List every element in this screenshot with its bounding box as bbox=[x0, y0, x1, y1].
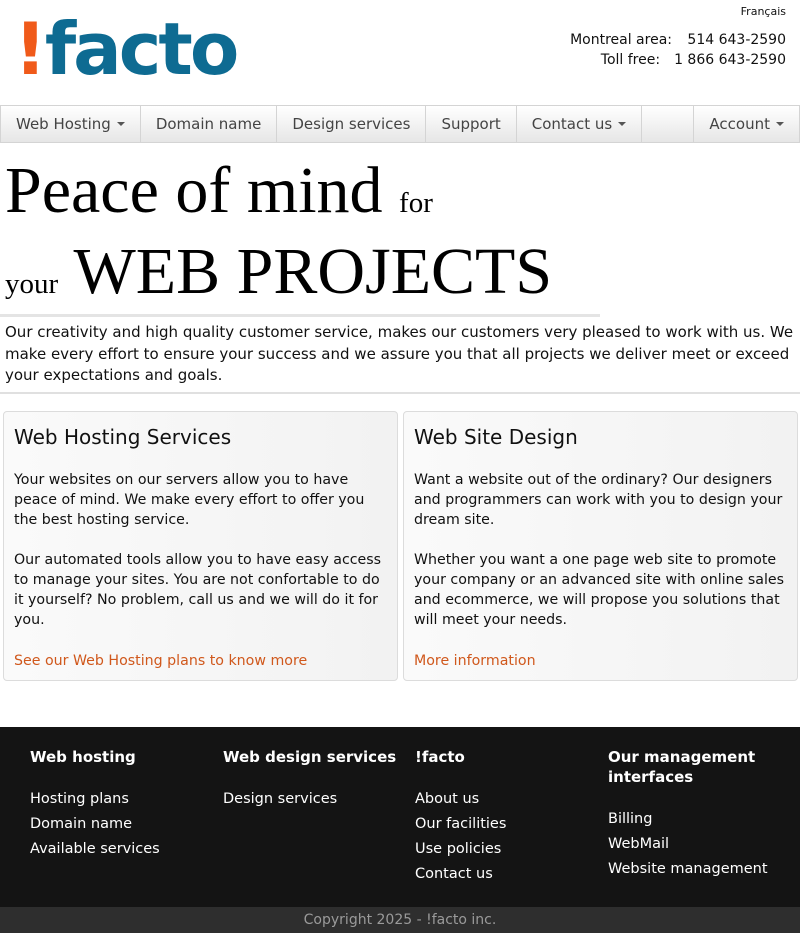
footer-link[interactable]: Hosting plans bbox=[30, 787, 210, 812]
footer-link[interactable]: Our facilities bbox=[415, 812, 595, 837]
phone-number: 1 866 643-2590 bbox=[674, 52, 786, 68]
panel-title: Web Hosting Services bbox=[14, 425, 232, 449]
copyright-bar: Copyright 2025 - !facto inc. bbox=[0, 907, 800, 933]
caret-down-icon bbox=[618, 122, 627, 126]
phone-label: Toll free: bbox=[600, 52, 661, 68]
more-information-link[interactable]: More information bbox=[414, 653, 536, 669]
nav-label: Web Hosting bbox=[16, 115, 111, 133]
footer-link[interactable]: Use policies bbox=[415, 837, 595, 862]
hosting-panel: Web Hosting Services Your websites on ou… bbox=[3, 411, 398, 681]
language-link[interactable]: Français bbox=[741, 5, 786, 18]
page-edge bbox=[800, 0, 806, 933]
phone-label: Montreal area: bbox=[570, 32, 672, 48]
footer-heading: Web design services bbox=[223, 748, 397, 766]
divider bbox=[0, 392, 800, 394]
nav-contact-us[interactable]: Contact us bbox=[517, 106, 643, 142]
footer-link[interactable]: Billing bbox=[608, 807, 778, 832]
divider bbox=[0, 314, 600, 317]
main-navbar: Web Hosting Domain name Design services … bbox=[0, 105, 800, 143]
nav-spacer bbox=[642, 106, 695, 142]
nav-label: Account bbox=[709, 115, 770, 133]
footer-column: Web design services Design services bbox=[223, 747, 403, 812]
footer-link[interactable]: Domain name bbox=[30, 812, 210, 837]
nav-label: Domain name bbox=[155, 115, 262, 133]
panel-title: Web Site Design bbox=[414, 425, 578, 449]
nav-label: Contact us bbox=[531, 115, 613, 133]
footer-heading: Our management interfaces bbox=[608, 748, 756, 786]
hero-big-text: Peace of mind bbox=[5, 154, 383, 227]
caret-down-icon bbox=[776, 122, 784, 126]
caret-down-icon bbox=[116, 122, 125, 126]
hosting-plans-link[interactable]: See our Web Hosting plans to know more bbox=[14, 653, 307, 669]
footer-link[interactable]: Website management bbox=[608, 857, 778, 882]
hero-big-text: WEB PROJECTS bbox=[73, 235, 553, 308]
panel-paragraph: Our automated tools allow you to have ea… bbox=[14, 552, 382, 628]
hero-headline: Peace of mind for your WEB PROJECTS bbox=[5, 155, 552, 317]
panel-paragraph: Want a website out of the ordinary? Our … bbox=[414, 472, 783, 528]
nav-label: Support bbox=[441, 115, 501, 133]
footer-link[interactable]: Design services bbox=[223, 787, 403, 812]
footer-link[interactable]: Contact us bbox=[415, 862, 595, 887]
footer-column: Web hosting Hosting plans Domain name Av… bbox=[30, 747, 210, 862]
nav-web-hosting[interactable]: Web Hosting bbox=[1, 106, 141, 142]
site-logo[interactable]: ! facto bbox=[14, 7, 239, 91]
footer-column: !facto About us Our facilities Use polic… bbox=[415, 747, 595, 887]
footer-heading: !facto bbox=[415, 748, 465, 766]
logo-bang: ! bbox=[14, 7, 47, 91]
nav-label: Design services bbox=[292, 115, 411, 133]
panel-paragraph: Whether you want a one page web site to … bbox=[414, 552, 785, 628]
hero-small-text: your bbox=[5, 268, 59, 300]
nav-design-services[interactable]: Design services bbox=[277, 106, 427, 142]
intro-text: Our creativity and high quality customer… bbox=[5, 323, 794, 384]
footer-link[interactable]: WebMail bbox=[608, 832, 778, 857]
footer-link[interactable]: Available services bbox=[30, 837, 210, 862]
hero-small-text: for bbox=[399, 187, 433, 219]
nav-support[interactable]: Support bbox=[426, 106, 517, 142]
design-panel: Web Site Design Want a website out of th… bbox=[403, 411, 798, 681]
nav-account[interactable]: Account bbox=[694, 106, 799, 142]
footer-column: Our management interfaces Billing WebMai… bbox=[608, 747, 778, 882]
phone-number: 514 643-2590 bbox=[687, 32, 786, 48]
nav-domain-name[interactable]: Domain name bbox=[141, 106, 278, 142]
site-footer: Web hosting Hosting plans Domain name Av… bbox=[0, 727, 800, 907]
panel-paragraph: Your websites on our servers allow you t… bbox=[14, 472, 365, 528]
footer-link[interactable]: About us bbox=[415, 787, 595, 812]
phone-numbers: Montreal area: 514 643-2590 Toll free: 1… bbox=[570, 30, 786, 70]
logo-word: facto bbox=[44, 7, 239, 91]
footer-heading: Web hosting bbox=[30, 748, 136, 766]
